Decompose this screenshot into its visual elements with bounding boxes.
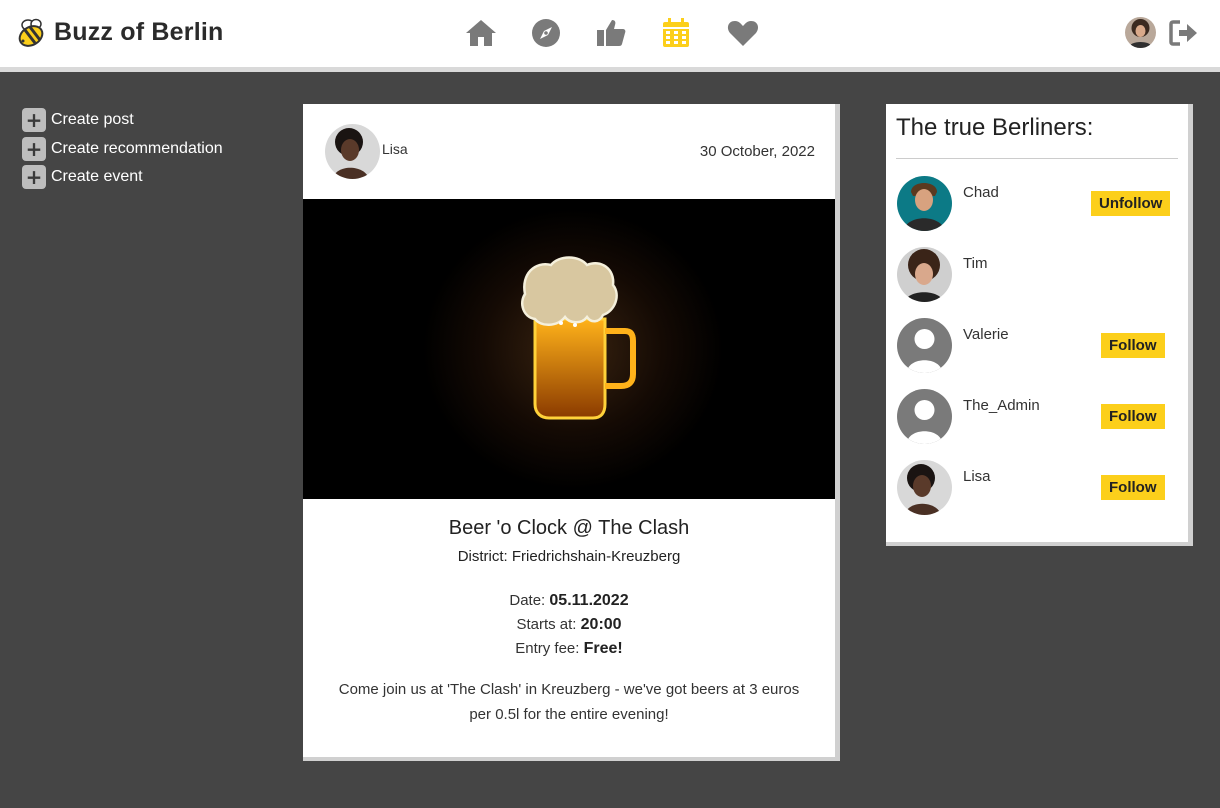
home-icon[interactable] — [464, 16, 498, 50]
heart-icon[interactable] — [726, 16, 760, 50]
create-post-button[interactable]: + Create post — [22, 106, 223, 135]
follow-button[interactable]: Follow — [1101, 404, 1165, 429]
create-recommendation-label: Create recommendation — [51, 139, 223, 157]
start-label: Starts at: — [516, 616, 577, 633]
user-name[interactable]: Tim — [963, 255, 987, 272]
compass-icon[interactable] — [529, 16, 563, 50]
unfollow-button[interactable]: Unfollow — [1091, 191, 1171, 216]
event-date-value: 05.11.2022 — [549, 592, 629, 609]
user-name[interactable]: The_Admin — [963, 397, 1040, 414]
panel-divider — [896, 158, 1178, 159]
logout-icon[interactable] — [1168, 18, 1200, 48]
district-value: Friedrichshain-Kreuzberg — [511, 548, 681, 565]
user-avatar[interactable] — [897, 247, 952, 302]
calendar-icon[interactable] — [659, 16, 693, 50]
user-row: Lisa Follow — [886, 460, 1188, 520]
thumbs-up-icon[interactable] — [594, 16, 628, 50]
event-district: District: Friedrichshain-Kreuzberg — [303, 548, 835, 565]
top-navbar: Buzz of Berlin — [0, 0, 1220, 67]
event-start-value: 20:00 — [580, 616, 622, 633]
brand[interactable]: Buzz of Berlin — [16, 16, 223, 48]
post-author-avatar[interactable] — [325, 124, 380, 179]
user-avatar[interactable] — [897, 460, 952, 515]
create-actions: + Create post + Create recommendation + … — [22, 106, 223, 192]
current-user-avatar[interactable] — [1125, 17, 1156, 48]
event-date-row: Date: 05.11.2022 — [303, 589, 835, 613]
event-post-card: Lisa 30 October, 2022 Beer 'o Clock @ Th… — [303, 104, 840, 761]
event-image — [303, 199, 835, 499]
user-name[interactable]: Valerie — [963, 326, 1009, 343]
plus-icon: + — [22, 108, 46, 133]
user-name[interactable]: Chad — [963, 184, 999, 201]
district-label: District: — [457, 548, 508, 565]
user-avatar[interactable] — [897, 176, 952, 231]
bee-icon — [18, 18, 44, 47]
event-title: Beer 'o Clock @ The Clash — [448, 517, 690, 539]
event-description: Come join us at 'The Clash' in Kreuzberg… — [338, 681, 800, 723]
default-avatar-icon[interactable] — [897, 318, 952, 373]
create-recommendation-button[interactable]: + Create recommendation — [22, 135, 223, 164]
follow-button[interactable]: Follow — [1101, 333, 1165, 358]
event-fee-row: Entry fee: Free! — [303, 637, 835, 661]
event-details: Beer 'o Clock @ The Clash District: Frie… — [303, 517, 835, 727]
user-name[interactable]: Lisa — [963, 468, 991, 485]
user-row: Chad Unfollow — [886, 176, 1188, 236]
post-date: 30 October, 2022 — [699, 143, 815, 160]
user-row: Valerie Follow — [886, 318, 1188, 378]
event-fee-value: Free! — [583, 640, 623, 657]
panel-title: The true Berliners: — [896, 114, 1094, 141]
user-row: The_Admin Follow — [886, 389, 1188, 449]
follow-button[interactable]: Follow — [1101, 475, 1165, 500]
create-event-button[interactable]: + Create event — [22, 163, 223, 192]
event-start-row: Starts at: 20:00 — [303, 613, 835, 637]
create-event-label: Create event — [51, 168, 143, 186]
header-divider — [0, 67, 1220, 72]
create-post-label: Create post — [51, 111, 134, 129]
post-author-name[interactable]: Lisa — [382, 141, 408, 157]
berliners-panel: The true Berliners: Chad Unfollow Tim Va… — [886, 104, 1193, 546]
plus-icon: + — [22, 165, 46, 190]
user-row: Tim — [886, 247, 1188, 307]
brand-title: Buzz of Berlin — [54, 17, 224, 46]
date-label: Date: — [509, 592, 546, 609]
fee-label: Entry fee: — [515, 640, 580, 657]
default-avatar-icon[interactable] — [897, 389, 952, 444]
event-info: Date: 05.11.2022 Starts at: 20:00 Entry … — [303, 589, 835, 661]
plus-icon: + — [22, 136, 46, 161]
